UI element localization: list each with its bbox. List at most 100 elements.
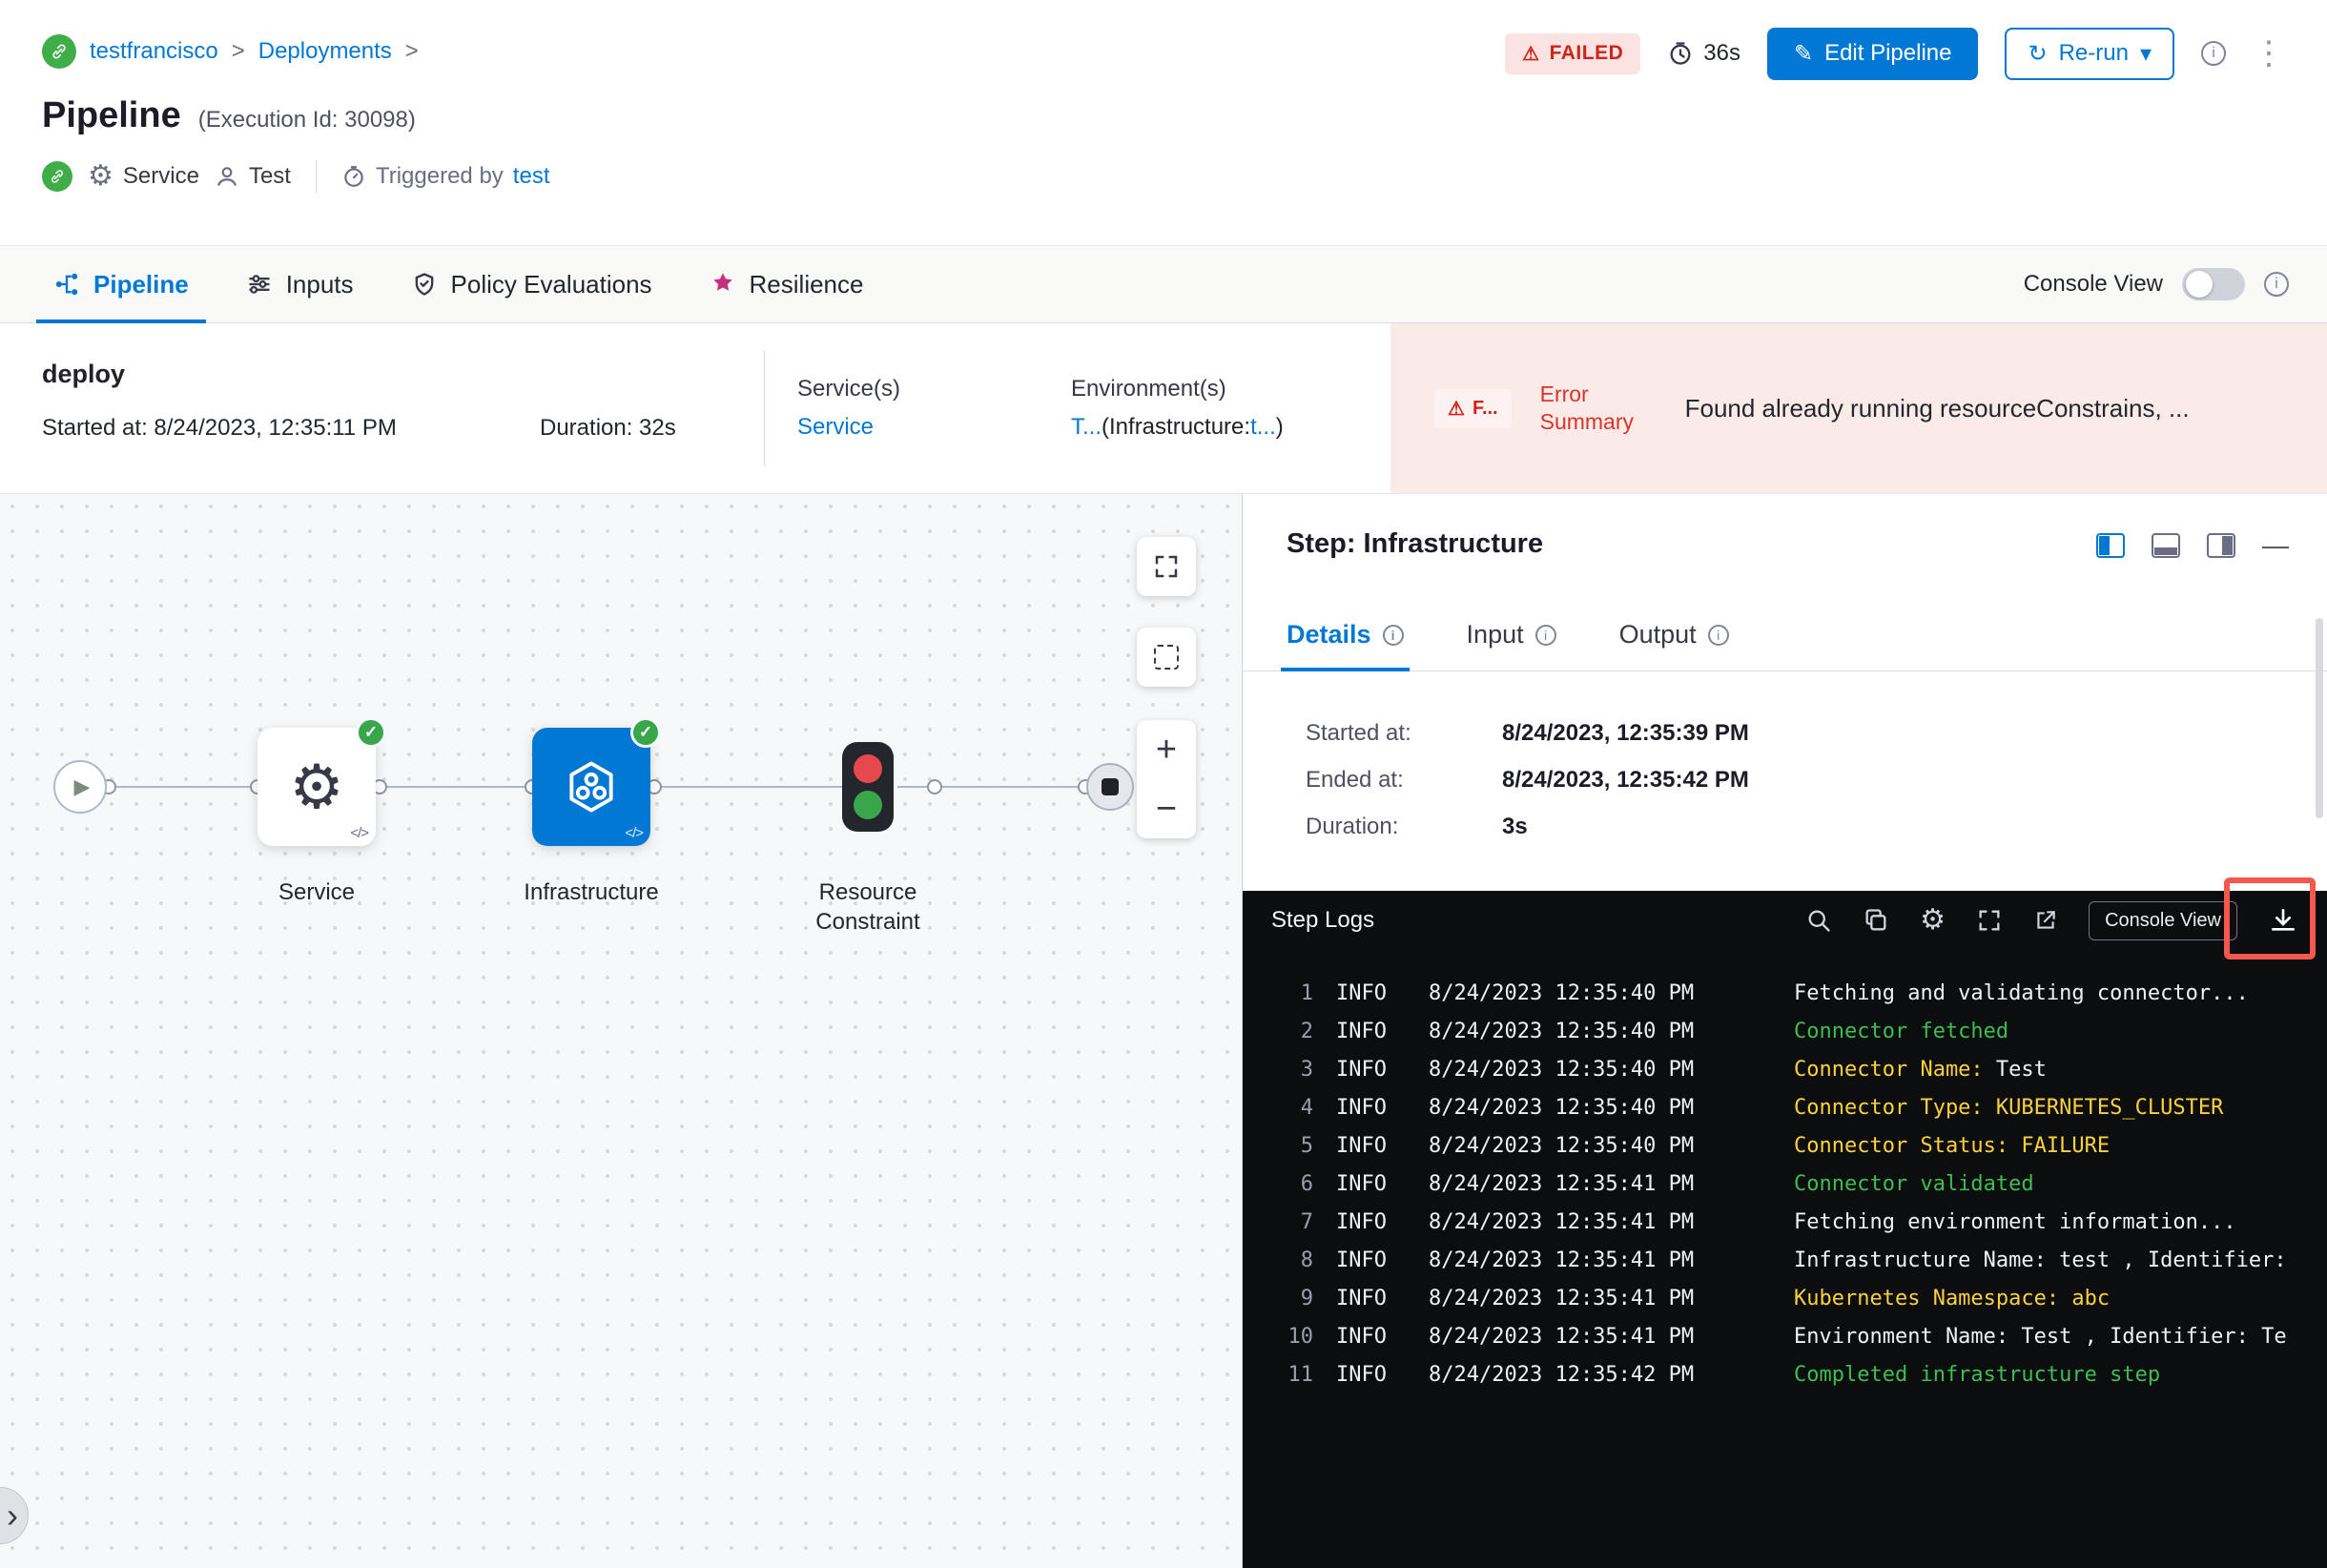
log-download-button[interactable] <box>2268 905 2298 936</box>
success-check-icon: ✓ <box>630 717 661 748</box>
log-message: Environment Name: Test , Identifier: Te <box>1794 1325 2287 1349</box>
step-panel-title: Step: Infrastructure <box>1287 528 1544 559</box>
refresh-icon: ↻ <box>2028 40 2048 67</box>
tab-policy-evaluations[interactable]: Policy Evaluations <box>382 246 681 322</box>
info-icon[interactable]: i <box>1534 624 1556 646</box>
elapsed-time: 36s <box>1667 40 1740 67</box>
triggered-by-value-link[interactable]: test <box>513 163 550 190</box>
resource-constraint-node[interactable] <box>842 742 894 832</box>
tab-details[interactable]: Details i <box>1281 599 1410 671</box>
edge <box>658 786 842 788</box>
log-line: 5 INFO 8/24/2023 12:35:40 PM Connector Stat… <box>1243 1127 2327 1166</box>
canvas-collapse-handle[interactable]: › <box>0 1487 29 1544</box>
info-icon[interactable]: i <box>1382 624 1404 646</box>
execution-id: (Execution Id: 30098) <box>197 107 416 133</box>
copy-icon <box>1865 909 1886 931</box>
triggered-by: Triggered by test <box>341 163 550 190</box>
gear-icon: ⚙ <box>1920 904 1946 936</box>
log-console-view-button[interactable]: Console View <box>2089 900 2237 940</box>
log-open-in-new-button[interactable] <box>2033 908 2058 933</box>
duration-value: 3s <box>1502 814 1528 839</box>
tab-resilience-label: Resilience <box>749 269 864 299</box>
log-message: Connector validated <box>1794 1172 2034 1196</box>
info-icon[interactable]: i <box>1707 624 1729 646</box>
start-node[interactable]: ▶ <box>53 760 107 814</box>
layout-left-icon <box>2096 533 2125 558</box>
page-header: testfrancisco > Deployments > ⚠ FAILED 3… <box>0 0 2327 245</box>
tab-resilience[interactable]: Resilience <box>681 246 893 322</box>
end-node <box>1086 763 1134 811</box>
layout-right-panel-button[interactable] <box>2207 533 2235 558</box>
service-node[interactable]: ⚙ ✓ </> <box>257 717 386 846</box>
edit-pipeline-button[interactable]: ✎ Edit Pipeline <box>1766 27 1979 80</box>
log-line: 4 INFO 8/24/2023 12:35:40 PM Connector Type… <box>1243 1089 2327 1127</box>
traffic-light-red <box>854 754 882 783</box>
tab-input-label: Input <box>1466 620 1524 649</box>
kebab-menu-icon[interactable]: ⋮ <box>2253 37 2285 70</box>
log-message: Fetching environment information... <box>1794 1210 2236 1234</box>
log-line: 11 INFO 8/24/2023 12:35:42 PM Completed inf… <box>1243 1356 2327 1394</box>
log-fullscreen-button[interactable] <box>1976 907 2003 934</box>
clock-icon <box>1670 42 1691 65</box>
started-at-value: 8/24/2023, 12:35:39 PM <box>1502 720 1749 746</box>
user-icon <box>217 166 237 186</box>
tab-output-label: Output <box>1618 620 1697 649</box>
infrastructure-link[interactable]: t... <box>1250 414 1276 440</box>
detail-row-duration: Duration: 3s <box>1306 815 1749 839</box>
console-view-toggle[interactable] <box>2182 268 2245 300</box>
zoom-controls: + − <box>1137 720 1196 838</box>
divider <box>764 350 765 466</box>
started-at-text: Started at: 8/24/2023, 12:35:11 PM <box>42 415 397 441</box>
header-actions: ⚠ FAILED 36s ✎ Edit Pipeline ↻ Re-run ▾ … <box>1505 27 2285 80</box>
inputs-icon <box>249 275 270 294</box>
code-icon: </> <box>625 825 644 841</box>
tab-pipeline[interactable]: Pipeline <box>25 246 217 323</box>
canvas-fullscreen-button[interactable] <box>1137 537 1196 596</box>
error-summary-banner: ⚠ F... Error Summary Found already runni… <box>1390 323 2327 493</box>
log-line: 8 INFO 8/24/2023 12:35:41 PM Infrastructure… <box>1243 1242 2327 1280</box>
log-lines: 1 INFO 8/24/2023 12:35:40 PM Fetching and v… <box>1243 950 2327 1394</box>
step-logs-panel: Step Logs ⚙ Console View 1 INFO 8/24/202… <box>1243 877 2327 1568</box>
step-detail-panel: Step: Infrastructure — Details i Input i… <box>1242 494 2327 1568</box>
log-message: Connector Name: Test <box>1794 1058 2047 1082</box>
tab-details-label: Details <box>1287 620 1371 649</box>
canvas-select-button[interactable] <box>1137 628 1196 687</box>
title-row: Pipeline (Execution Id: 30098) <box>42 95 2285 136</box>
zoom-in-button[interactable]: + <box>1137 720 1196 779</box>
log-line: 9 INFO 8/24/2023 12:35:41 PM Kubernetes Nam… <box>1243 1280 2327 1318</box>
edge <box>897 786 1086 788</box>
main-tab-bar: Pipeline Inputs Policy Evaluations Resil… <box>0 245 2327 323</box>
tab-output[interactable]: Output i <box>1619 599 1729 671</box>
minimize-panel-button[interactable]: — <box>2262 532 2289 559</box>
environment-close-paren: ) <box>1275 414 1284 440</box>
environment-link[interactable]: T... <box>1071 414 1102 440</box>
tab-inputs[interactable]: Inputs <box>217 246 382 322</box>
tab-input[interactable]: Input i <box>1467 599 1556 671</box>
infrastructure-node[interactable]: ✓ </> <box>532 717 661 846</box>
services-value-link[interactable]: Service <box>797 414 900 441</box>
log-copy-button[interactable] <box>1863 907 1889 934</box>
info-icon[interactable]: i <box>2201 41 2226 66</box>
pipeline-link-icon <box>42 34 76 69</box>
panel-scrollbar[interactable] <box>2316 618 2323 818</box>
meta-row: ⚙ Service Test Triggered by test <box>42 159 2285 193</box>
page-title: Pipeline <box>42 95 181 135</box>
log-settings-button[interactable]: ⚙ <box>1920 906 1946 935</box>
log-message: Infrastructure Name: test , Identifier: <box>1794 1248 2287 1272</box>
step-details: Started at: 8/24/2023, 12:35:39 PM Ended… <box>1306 721 1749 861</box>
ended-at-value: 8/24/2023, 12:35:42 PM <box>1502 767 1749 793</box>
info-icon[interactable]: i <box>2264 272 2289 297</box>
pipeline-graph-canvas[interactable]: ▶ ⚙ ✓ </> Service ✓ </> Infrastructure R… <box>0 494 1242 1568</box>
log-search-button[interactable] <box>1805 907 1832 934</box>
breadcrumb-deployments-link[interactable]: Deployments <box>258 38 392 65</box>
search-icon <box>1808 910 1830 932</box>
zoom-out-button[interactable]: − <box>1137 779 1196 838</box>
breadcrumb-project-link[interactable]: testfrancisco <box>90 38 218 65</box>
layout-bottom-panel-button[interactable] <box>2152 533 2180 558</box>
download-icon <box>2272 909 2295 931</box>
rerun-button[interactable]: ↻ Re-run ▾ <box>2005 27 2174 80</box>
log-line: 2 INFO 8/24/2023 12:35:40 PM Connector fetc… <box>1243 1013 2327 1051</box>
layout-left-panel-button[interactable] <box>2096 533 2125 558</box>
infrastructure-hexagon-icon <box>569 761 613 813</box>
warning-icon: ⚠ <box>1522 43 1540 65</box>
